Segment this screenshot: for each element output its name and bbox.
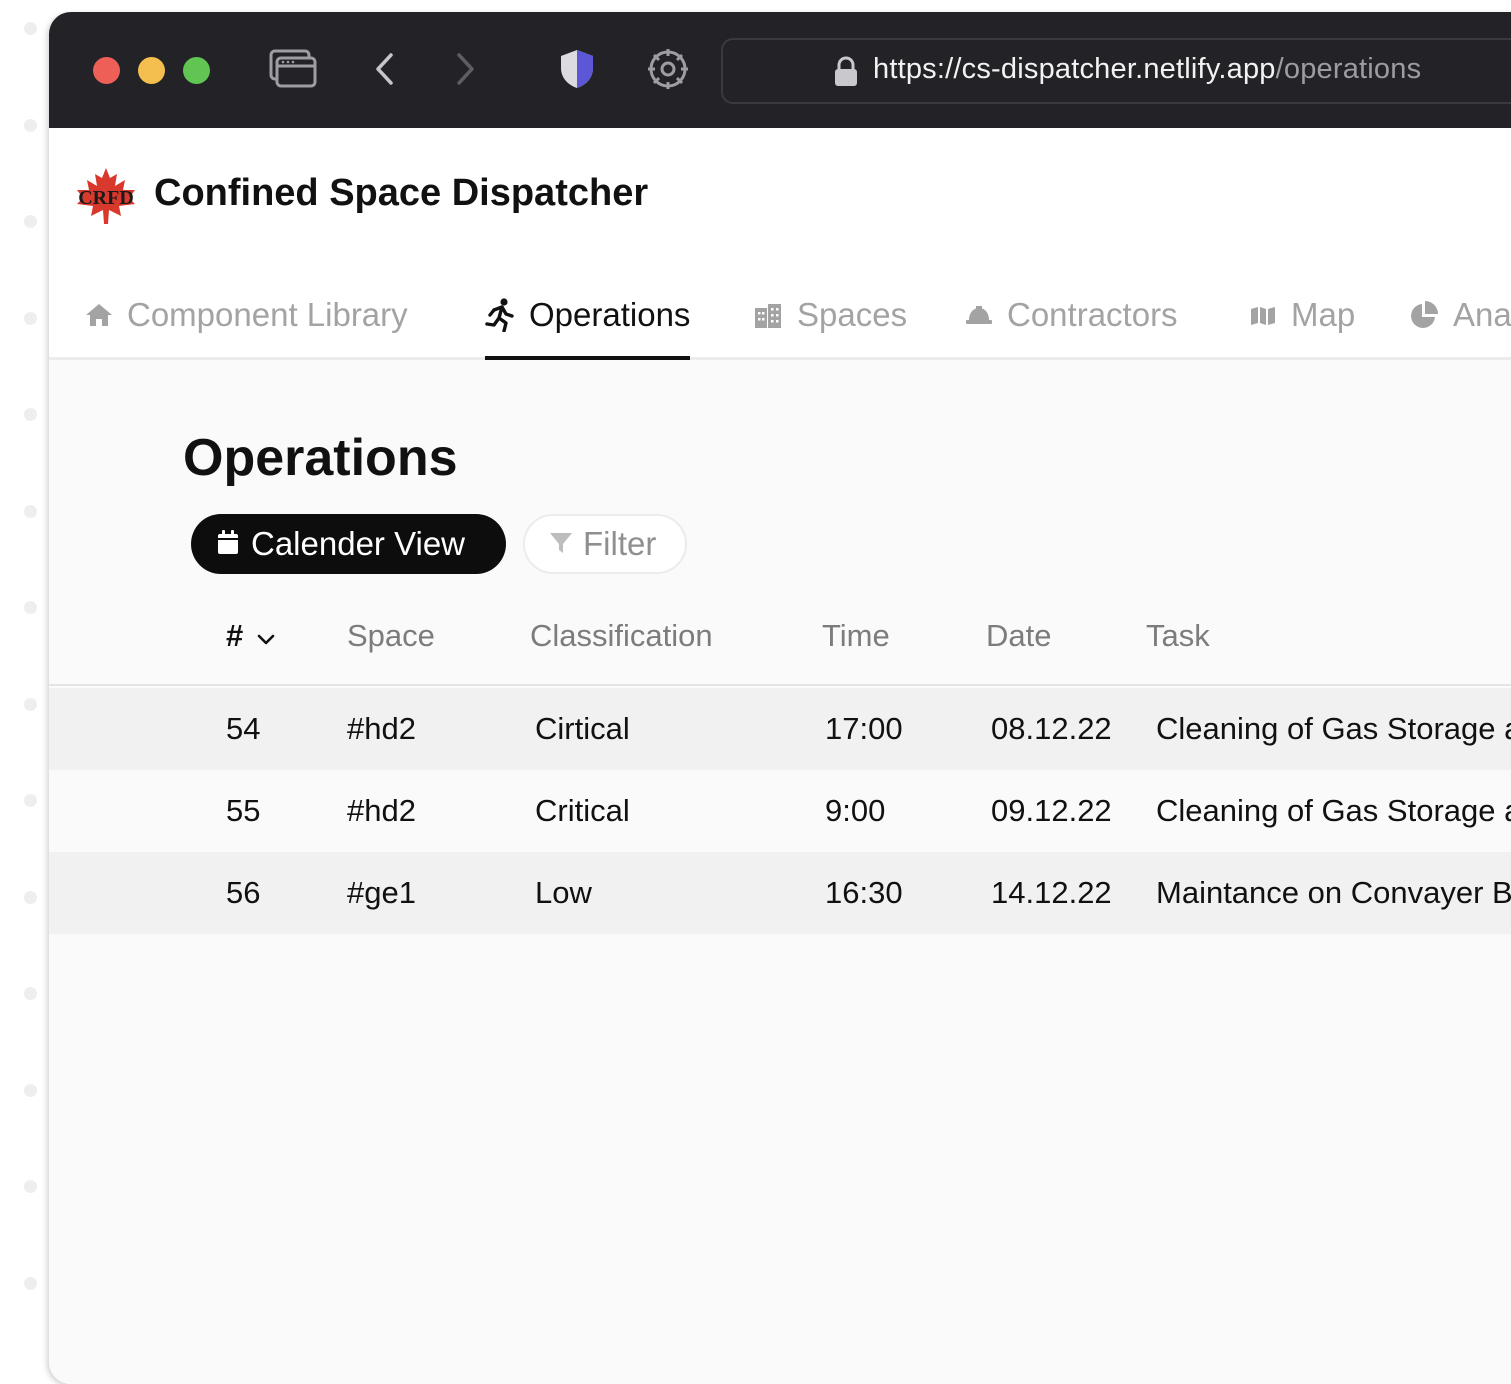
column-header-space[interactable]: Space [347,618,435,654]
lock-icon [833,56,859,93]
cell-task: Maintance on Convayer Be [1156,875,1511,910]
cell-classification: Low [535,875,592,910]
page-title: Operations [183,429,458,487]
nav-label: Map [1291,296,1356,333]
app-header: CRFD Confined Space Dispatcher Component… [49,128,1511,361]
table-row[interactable]: 55 #hd2 Critical 9:00 09.12.22 Cleaning … [49,770,1511,852]
cell-time: 9:00 [825,793,886,828]
app-logo: CRFD [73,166,139,226]
cell-date: 09.12.22 [991,793,1112,828]
calendar-icon [217,525,239,563]
cell-time: 16:30 [825,875,903,910]
browser-toolbar: https://cs-dispatcher.netlify.app/operat… [49,12,1511,128]
cell-time: 17:00 [825,711,903,746]
page: CRFD Confined Space Dispatcher Component… [49,128,1511,1384]
cell-number: 55 [226,793,261,828]
calendar-view-label: Calender View [251,525,466,562]
settings-icon[interactable] [645,46,691,92]
close-window-button[interactable] [93,57,120,84]
nav-label: Spaces [797,296,908,333]
browser-window: https://cs-dispatcher.netlify.app/operat… [49,12,1511,1384]
nav-item-contractors[interactable]: Contractors [965,280,1178,350]
map-icon [1249,304,1277,326]
nav-item-component-library[interactable]: Component Library [85,280,408,350]
column-header-classification[interactable]: Classification [530,618,713,654]
cell-classification: Cirtical [535,711,630,746]
forward-icon[interactable] [447,46,483,92]
cell-number: 54 [226,711,261,746]
filter-label: Filter [583,525,657,562]
hard-hat-icon [965,304,993,326]
address-bar[interactable]: https://cs-dispatcher.netlify.app/operat… [721,38,1511,104]
nav-label: Component Library [127,296,408,333]
nav-item-operations[interactable]: Operations [485,280,691,361]
filter-icon [549,525,573,563]
nav-item-analytics[interactable]: Ana [1409,280,1511,350]
main-content: Operations Calender View Filter # Space … [49,360,1511,1384]
table-row[interactable]: 56 #ge1 Low 16:30 14.12.22 Maintance on … [49,852,1511,934]
buildings-icon [753,302,783,328]
cell-task: Cleaning of Gas Storage ar [1156,793,1511,828]
column-header-number[interactable]: # [226,618,275,654]
running-person-icon [485,298,515,332]
column-header-date[interactable]: Date [986,618,1051,654]
minimize-window-button[interactable] [138,57,165,84]
filter-button[interactable]: Filter [523,514,687,574]
app-title: Confined Space Dispatcher [154,172,649,214]
tabs-icon[interactable] [267,46,319,92]
nav-item-spaces[interactable]: Spaces [753,280,907,350]
background-pattern [22,22,40,1362]
column-header-task[interactable]: Task [1146,618,1210,654]
cell-space: #hd2 [347,711,416,746]
table-row[interactable]: 54 #hd2 Cirtical 17:00 08.12.22 Cleaning… [49,688,1511,770]
cell-number: 56 [226,875,261,910]
column-header-time[interactable]: Time [822,618,890,654]
nav-item-map[interactable]: Map [1249,280,1355,350]
maximize-window-button[interactable] [183,57,210,84]
back-icon[interactable] [367,46,403,92]
cell-classification: Critical [535,793,630,828]
pie-chart-icon [1409,300,1439,330]
table-header: # Space Classification Time Date Task [49,600,1511,686]
calendar-view-button[interactable]: Calender View [191,514,506,574]
chevron-down-icon [257,618,275,654]
cell-date: 14.12.22 [991,875,1112,910]
home-icon [85,302,113,328]
svg-text:CRFD: CRFD [78,187,134,209]
cell-date: 08.12.22 [991,711,1112,746]
nav-label: Contractors [1007,296,1178,333]
cell-space: #hd2 [347,793,416,828]
main-nav: Component Library Operations Spaces Cont… [49,270,1511,361]
nav-label: Operations [529,296,691,333]
cell-task: Cleaning of Gas Storage ar [1156,711,1511,746]
url-text: https://cs-dispatcher.netlify.app/operat… [873,53,1422,85]
cell-space: #ge1 [347,875,416,910]
nav-label: Ana [1453,296,1511,333]
shield-icon[interactable] [557,46,597,92]
